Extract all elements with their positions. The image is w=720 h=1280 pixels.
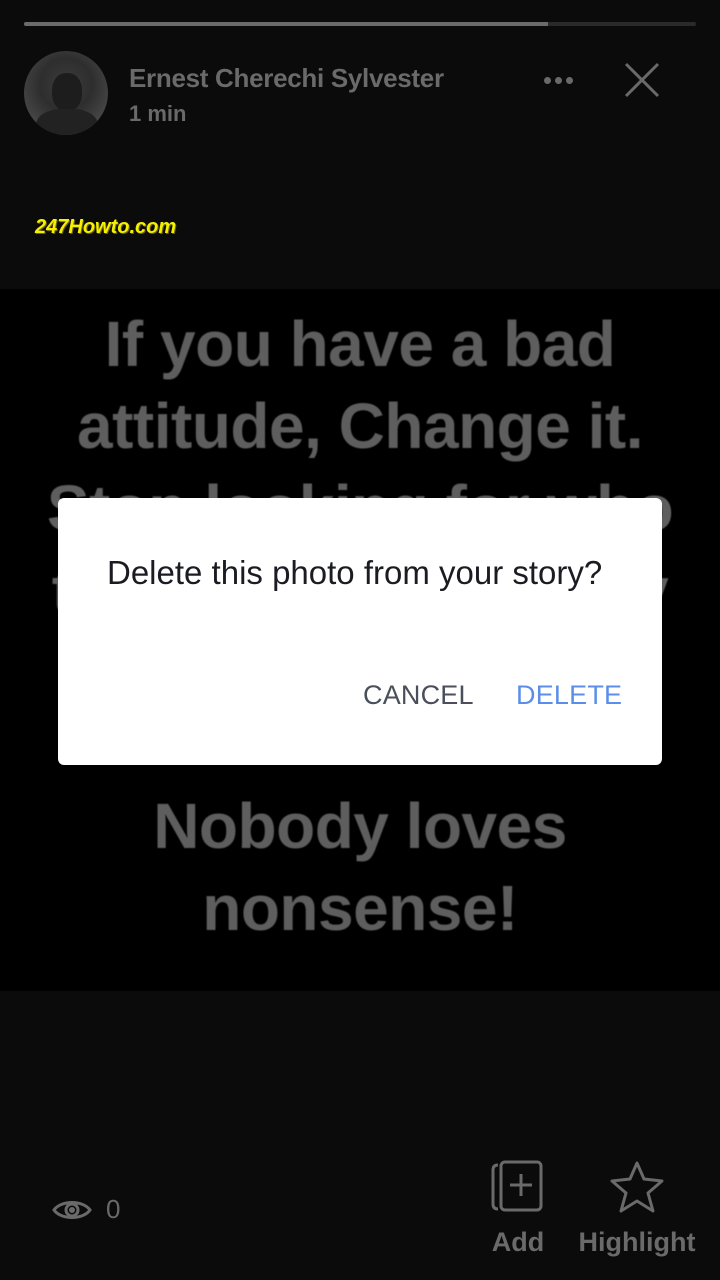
- watermark: 247Howto.com: [35, 216, 177, 238]
- delete-confirm-dialog: Delete this photo from your story? CANCE…: [58, 498, 662, 765]
- cancel-button[interactable]: CANCEL: [363, 680, 474, 711]
- close-icon: [624, 62, 660, 98]
- post-time: 1 min: [129, 101, 187, 126]
- viewer-count: 0: [106, 1194, 121, 1224]
- more-options-button[interactable]: [534, 64, 582, 96]
- add-to-story-button[interactable]: Add: [488, 1160, 548, 1258]
- viewers-button[interactable]: 0: [52, 1194, 120, 1225]
- close-button[interactable]: [620, 58, 664, 102]
- eye-icon: [52, 1200, 92, 1219]
- highlight-button[interactable]: Highlight: [578, 1160, 696, 1258]
- user-name[interactable]: Ernest Cherechi Sylvester: [129, 63, 444, 94]
- story-text-line: attitude, Change it.: [77, 390, 644, 462]
- more-horizontal-icon: [543, 76, 551, 84]
- story-text-line: Nobody loves: [153, 790, 567, 862]
- avatar[interactable]: [24, 51, 108, 135]
- story-text-line: If you have a bad: [104, 308, 616, 380]
- story-progress-fill: [24, 22, 549, 26]
- story-text-line: nonsense!: [202, 872, 518, 944]
- delete-button[interactable]: DELETE: [516, 680, 622, 711]
- star-icon: [610, 1161, 664, 1213]
- add-card-icon: [491, 1160, 543, 1212]
- dialog-message: Delete this photo from your story?: [107, 554, 603, 591]
- story-progress-bar: [24, 22, 696, 26]
- add-label: Add: [491, 1227, 545, 1257]
- highlight-label: Highlight: [578, 1227, 696, 1257]
